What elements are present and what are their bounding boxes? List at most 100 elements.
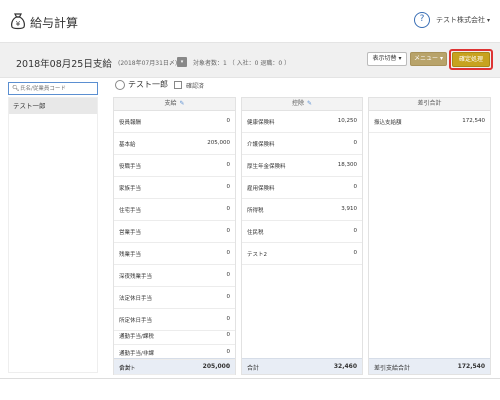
list-item-employee[interactable]: テスト一郎 <box>9 98 97 114</box>
row-label: 振込支給額 <box>374 120 402 126</box>
table-row[interactable]: 法定休日手当 0 <box>114 287 235 309</box>
table-row[interactable]: テスト2 0 <box>242 243 362 265</box>
confirmed-label: 確認済 <box>186 83 205 90</box>
net-total-panel: 差引合計 振込支給額 172,540 差引支給合計 172,540 <box>368 97 491 375</box>
top-bar: ¥ 給与計算 ? テスト株式会社 ▾ <box>0 0 500 42</box>
table-row[interactable]: 健康保険料 10,250 <box>242 111 362 133</box>
row-label: 通勤手当/非課 <box>119 351 154 357</box>
table-row[interactable]: テスト 0 <box>114 360 235 375</box>
pay-date-title: 2018年08月25日支給 <box>16 59 112 70</box>
closing-period: (2018年07月31日〆) <box>118 60 178 67</box>
total-value: 32,460 <box>333 363 357 370</box>
row-value: 0 <box>353 184 358 190</box>
row-label: 家族手当 <box>119 186 142 192</box>
row-value: 0 <box>353 140 358 146</box>
deductions-header: 控除 ✎ <box>242 98 362 111</box>
period-dropdown-button[interactable]: ▾ <box>177 57 187 67</box>
payments-header-label: 支給 <box>164 100 177 107</box>
table-row[interactable]: 所得税 3,910 <box>242 199 362 221</box>
row-value: 0 <box>226 206 231 212</box>
svg-text:¥: ¥ <box>16 20 21 28</box>
chevron-down-icon: ▾ <box>487 17 491 24</box>
table-row[interactable]: 介護保険料 0 <box>242 133 362 155</box>
row-label: テスト <box>119 366 136 372</box>
help-icon[interactable]: ? <box>414 12 430 28</box>
confirmed-checkbox[interactable] <box>174 81 182 89</box>
company-name: テスト株式会社 <box>436 16 485 24</box>
payments-header: 支給 ✎ <box>114 98 235 111</box>
company-menu[interactable]: テスト株式会社 ▾ <box>436 15 490 25</box>
table-row[interactable]: 通勤手当/非課 0 <box>114 345 235 360</box>
row-label: 厚生年金保険料 <box>247 164 286 170</box>
deductions-header-label: 控除 <box>291 100 304 107</box>
app-title: 給与計算 <box>30 16 79 30</box>
row-label: 残業手当 <box>119 252 142 258</box>
row-label: 所得税 <box>247 208 264 214</box>
row-value: 18,300 <box>337 162 357 168</box>
row-value: 0 <box>353 228 358 234</box>
row-label: 役職手当 <box>119 164 142 170</box>
row-value: 172,540 <box>462 118 485 124</box>
confirm-process-button[interactable]: 確定処理 <box>452 52 490 67</box>
table-row[interactable]: 住宅手当 0 <box>114 199 235 221</box>
deductions-total-row: 合計 32,460 <box>242 358 362 374</box>
table-row[interactable]: 残業手当 0 <box>114 243 235 265</box>
net-total-row: 差引支給合計 172,540 <box>369 358 490 374</box>
table-row[interactable]: 住民税 0 <box>242 221 362 243</box>
row-label: テスト2 <box>247 252 267 258</box>
table-row[interactable]: 役職手当 0 <box>114 155 235 177</box>
search-input[interactable] <box>20 84 96 93</box>
row-label: 住民税 <box>247 230 264 236</box>
payments-panel: 支給 ✎ 役員報酬 0 基本給 205,000 役職手当 0 家族手当 0 住宅手当 0 営… <box>113 97 236 375</box>
table-row[interactable]: 営業手当 0 <box>114 221 235 243</box>
table-row[interactable]: 基本給 205,000 <box>114 133 235 155</box>
employee-list: テスト一郎 <box>8 97 98 373</box>
table-row[interactable]: 深夜残業手当 0 <box>114 265 235 287</box>
row-value: 0 <box>226 162 231 168</box>
row-value: 10,250 <box>337 118 357 124</box>
row-label: 法定休日手当 <box>119 296 153 302</box>
row-value: 0 <box>226 349 231 355</box>
table-row[interactable]: 雇用保険料 0 <box>242 177 362 199</box>
total-value: 172,540 <box>457 363 485 370</box>
selected-employee-name: テスト一郎 <box>128 80 168 89</box>
search-box[interactable]: 🔍︎ <box>8 82 98 95</box>
total-label: 差引支給合計 <box>374 365 411 372</box>
row-label: 介護保険料 <box>247 142 275 148</box>
row-value: 0 <box>226 364 231 370</box>
row-label: 住宅手当 <box>119 208 142 214</box>
row-label: 深夜残業手当 <box>119 274 153 280</box>
table-row[interactable]: 役員報酬 0 <box>114 111 235 133</box>
row-label: 役員報酬 <box>119 120 142 126</box>
row-label: 営業手当 <box>119 230 142 236</box>
target-counts: 対象者数：1 （ 入社：0 退職：0 ） <box>193 60 291 67</box>
display-toggle-button[interactable]: 表示切替 ▾ <box>367 52 407 66</box>
row-value: 0 <box>226 250 231 256</box>
deductions-panel: 控除 ✎ 健康保険料 10,250 介護保険料 0 厚生年金保険料 18,300 雇用保… <box>241 97 363 375</box>
row-value: 0 <box>226 272 231 278</box>
row-label: 雇用保険料 <box>247 186 275 192</box>
row-value: 0 <box>226 184 231 190</box>
total-label: 合計 <box>247 365 260 372</box>
row-value: 0 <box>226 316 231 322</box>
row-value: 3,910 <box>341 206 357 212</box>
row-label: 基本給 <box>119 142 136 148</box>
row-value: 0 <box>226 294 231 300</box>
row-value: 0 <box>226 332 231 338</box>
money-bag-icon: ¥ <box>11 13 25 30</box>
table-row[interactable]: 家族手当 0 <box>114 177 235 199</box>
edit-pencil-icon[interactable]: ✎ <box>307 100 312 107</box>
row-value: 205,000 <box>207 140 230 146</box>
table-row[interactable]: 振込支給額 172,540 <box>369 111 490 133</box>
search-icon: 🔍︎ <box>12 85 20 92</box>
menu-button[interactable]: メニュー ▾ <box>410 52 447 66</box>
row-label: 通勤手当/課税 <box>119 334 154 340</box>
table-row[interactable]: 通勤手当/課税 0 <box>114 327 235 345</box>
row-label: 所定休日手当 <box>119 318 153 324</box>
edit-pencil-icon[interactable]: ✎ <box>179 100 184 107</box>
row-label: 健康保険料 <box>247 120 275 126</box>
person-icon <box>115 80 125 90</box>
table-row[interactable]: 厚生年金保険料 18,300 <box>242 155 362 177</box>
net-header: 差引合計 <box>369 98 490 111</box>
row-value: 0 <box>226 118 231 124</box>
